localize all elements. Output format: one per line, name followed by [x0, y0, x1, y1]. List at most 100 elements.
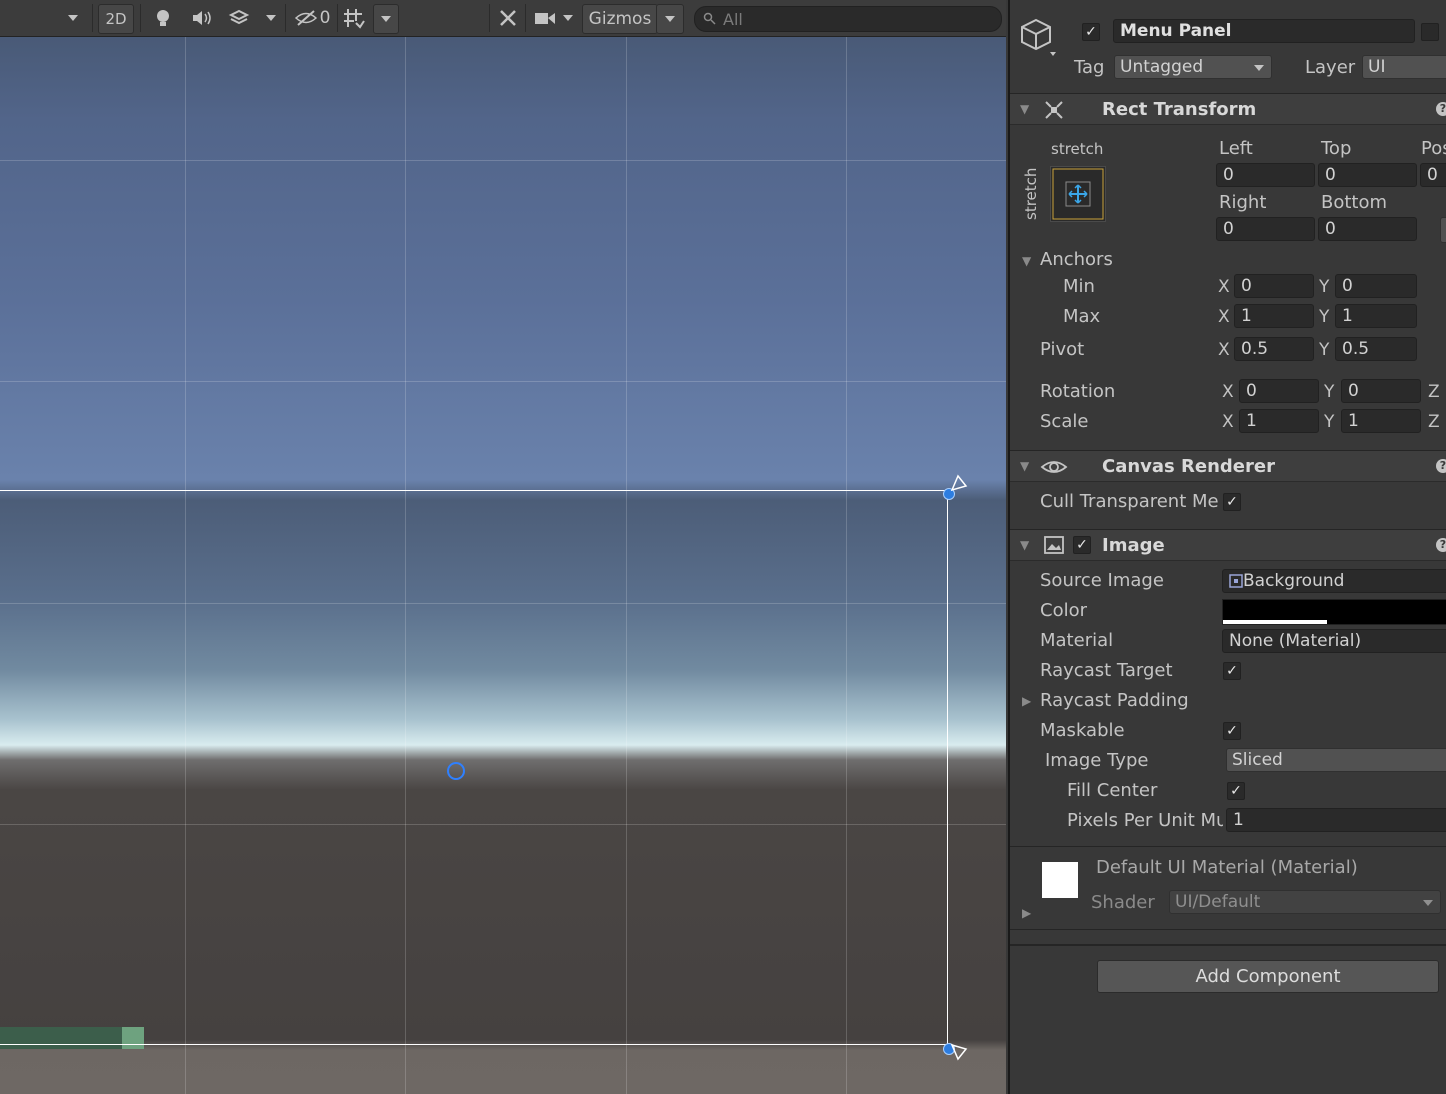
material-foldout-icon[interactable]: ▶ [1022, 906, 1031, 920]
anchor-max-x-field[interactable]: 1 [1234, 304, 1314, 328]
posz-field[interactable]: 0 [1420, 163, 1446, 187]
anchor-min-y-field[interactable]: 0 [1335, 274, 1417, 298]
gizmos-button[interactable]: Gizmos [582, 4, 658, 34]
raycast-target-checkbox[interactable]: ✓ [1223, 662, 1241, 680]
image-type-dropdown[interactable]: Sliced [1226, 748, 1446, 772]
lighting-toggle[interactable] [150, 4, 176, 32]
selection-rect[interactable] [0, 490, 948, 1045]
raycast-padding-foldout-icon[interactable]: ▶ [1022, 694, 1031, 708]
effects-toggle[interactable] [225, 4, 253, 32]
rotation-x-field[interactable]: 0 [1239, 379, 1319, 403]
anchors-foldout-icon[interactable]: ▼ [1022, 254, 1031, 268]
right-field[interactable]: 0 [1216, 217, 1315, 241]
effects-dropdown[interactable] [262, 4, 280, 32]
foldout-arrow-icon[interactable]: ▼ [1020, 459, 1029, 473]
image-header[interactable]: ▼ ✓ Image ? [1010, 529, 1446, 561]
top-label: Top [1321, 138, 1352, 159]
tools-toggle[interactable] [495, 4, 521, 32]
x-axis-label: X [1222, 382, 1234, 402]
x-axis-label: X [1218, 340, 1230, 360]
color-label: Color [1040, 600, 1087, 621]
max-label: Max [1063, 306, 1101, 327]
static-checkbox[interactable] [1421, 23, 1439, 41]
raw-edit-button[interactable] [1440, 217, 1446, 243]
anchor-icon[interactable] [950, 474, 968, 492]
x-axis-label: X [1218, 277, 1230, 297]
y-axis-label: Y [1319, 340, 1330, 360]
image-component-icon [1044, 536, 1064, 554]
eye-slash-icon [294, 10, 317, 26]
help-icon[interactable]: ? [1436, 102, 1446, 116]
anchor-presets-button[interactable] [1050, 166, 1106, 222]
material-field[interactable]: None (Material) [1222, 629, 1446, 653]
material-name: Default UI Material (Material) [1096, 857, 1358, 878]
help-icon[interactable]: ? [1436, 459, 1446, 473]
toolbar-separator [140, 4, 141, 32]
anchor-min-x-field[interactable]: 0 [1234, 274, 1314, 298]
fill-center-checkbox[interactable]: ✓ [1227, 782, 1245, 800]
pivot-handle[interactable] [447, 762, 465, 780]
layers-icon [228, 9, 250, 25]
foldout-arrow-icon[interactable]: ▼ [1020, 102, 1029, 116]
bottom-field[interactable]: 0 [1318, 217, 1417, 241]
shader-dropdown[interactable]: UI/Default [1169, 890, 1441, 914]
grid-line [0, 160, 1006, 161]
help-icon[interactable]: ? [1436, 538, 1446, 552]
speaker-icon [193, 11, 211, 25]
pivot-y-field[interactable]: 0.5 [1335, 337, 1417, 361]
lightbulb-icon [157, 10, 169, 26]
camera-icon [535, 13, 555, 24]
z-axis-label: Z [1428, 412, 1440, 432]
source-image-value: Background [1243, 571, 1345, 591]
left-field[interactable]: 0 [1216, 163, 1315, 187]
scene-view[interactable]: 2D 0 Gizmos All [0, 0, 1006, 1094]
rotation-y-field[interactable]: 0 [1341, 379, 1421, 403]
canvas-renderer-header[interactable]: ▼ Canvas Renderer ? [1010, 450, 1446, 482]
x-axis-label: X [1218, 307, 1230, 327]
audio-toggle[interactable] [188, 4, 216, 32]
cull-transparent-checkbox[interactable]: ✓ [1223, 493, 1241, 511]
source-image-label: Source Image [1040, 570, 1164, 591]
rect-transform-header[interactable]: ▼ Rect Transform ? [1010, 93, 1446, 125]
layer-dropdown[interactable]: UI [1362, 55, 1446, 79]
2d-toggle-button[interactable]: 2D [98, 4, 134, 34]
anchor-icon[interactable] [950, 1043, 968, 1061]
scene-search-field[interactable]: All [694, 6, 1002, 32]
tag-dropdown[interactable]: Untagged [1114, 55, 1272, 79]
ppu-multiplier-field[interactable]: 1 [1226, 808, 1446, 832]
hidden-objects-toggle[interactable]: 0 [290, 4, 334, 32]
color-swatch[interactable] [1222, 599, 1446, 625]
foldout-arrow-icon[interactable]: ▼ [1020, 538, 1029, 552]
object-name-field[interactable]: Menu Panel [1113, 19, 1415, 43]
grid-dropdown[interactable] [373, 4, 399, 34]
scene-toolbar: 2D 0 Gizmos All [0, 0, 1006, 37]
camera-dropdown[interactable] [558, 4, 578, 32]
z-axis-label: Z [1428, 382, 1440, 402]
gizmos-dropdown[interactable] [656, 4, 684, 34]
divider [1010, 929, 1446, 930]
maskable-checkbox[interactable]: ✓ [1223, 722, 1241, 740]
pivot-x-field[interactable]: 0.5 [1234, 337, 1314, 361]
source-image-field[interactable]: Background [1222, 569, 1446, 593]
top-field[interactable]: 0 [1318, 163, 1417, 187]
shader-value: UI/Default [1175, 892, 1261, 912]
scale-y-field[interactable]: 1 [1341, 409, 1421, 433]
pivot-label: Pivot [1040, 339, 1085, 360]
cull-transparent-label: Cull Transparent Me [1040, 491, 1219, 512]
active-checkbox[interactable]: ✓ [1082, 23, 1100, 41]
toolbar-separator [92, 4, 93, 32]
image-enabled-checkbox[interactable]: ✓ [1073, 536, 1091, 554]
anchors-label: Anchors [1040, 249, 1113, 270]
scale-x-field[interactable]: 1 [1239, 409, 1319, 433]
grid-snapping-toggle[interactable] [340, 4, 368, 32]
layer-label: Layer [1305, 57, 1356, 78]
inspector-panel: ✓ Menu Panel Tag Untagged Layer UI ▼ Rec… [1008, 0, 1446, 1094]
toolbar-separator [489, 4, 490, 32]
anchor-max-y-field[interactable]: 1 [1335, 304, 1417, 328]
x-axis-label: X [1222, 412, 1234, 432]
draw-mode-dropdown[interactable] [62, 4, 84, 32]
posz-label: Pos [1421, 138, 1446, 159]
raycast-target-label: Raycast Target [1040, 660, 1173, 681]
add-component-button[interactable]: Add Component [1097, 960, 1439, 993]
camera-toggle[interactable] [532, 4, 558, 32]
